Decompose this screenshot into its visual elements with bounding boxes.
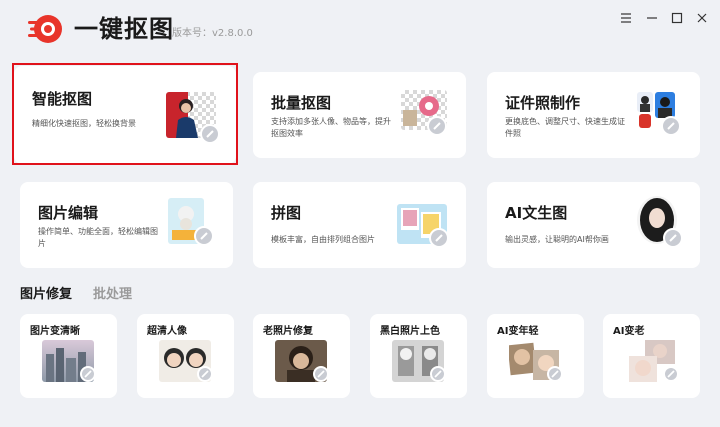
magic-wand-icon xyxy=(430,366,446,382)
minimize-icon[interactable] xyxy=(644,10,660,26)
magic-wand-icon xyxy=(313,366,329,382)
repair-card-colorize[interactable]: 黑白照片上色 xyxy=(370,314,467,398)
maximize-icon[interactable] xyxy=(669,10,685,26)
magic-wand-icon xyxy=(197,366,213,382)
feature-title: 批量抠图 xyxy=(271,94,332,112)
title-bar: 一键抠图 版本号：v2.8.0.0 xyxy=(0,0,720,58)
feature-desc: 输出灵感，让聪明的AI帮你画 xyxy=(505,235,609,244)
tab-batch-processing[interactable]: 批处理 xyxy=(93,283,132,302)
magic-wand-icon xyxy=(663,366,679,382)
magic-wand-icon xyxy=(427,116,447,136)
magic-wand-icon xyxy=(547,366,563,382)
repair-card-ai-younger[interactable]: AI变年轻 xyxy=(487,314,584,398)
id-photo-blue-thumbnail xyxy=(655,92,675,118)
id-photo-red-thumbnail xyxy=(639,114,651,128)
menu-icon[interactable] xyxy=(618,10,634,26)
id-photo-small-thumbnail xyxy=(637,92,653,112)
feature-desc: 更换底色、调整尺寸、快速生成证件照 xyxy=(505,117,625,138)
app-logo-icon xyxy=(26,13,64,45)
repair-title: 图片变清晰 xyxy=(30,326,80,337)
feature-card-ai-text-to-image[interactable]: AI文生图 输出灵感，让聪明的AI帮你画 xyxy=(487,182,700,268)
magic-wand-icon xyxy=(429,228,449,248)
feature-desc: 模板丰富，自由排列组合图片 xyxy=(271,235,375,244)
repair-card-image-sharpen[interactable]: 图片变清晰 xyxy=(20,314,117,398)
magic-wand-icon xyxy=(663,228,683,248)
repair-card-ai-older[interactable]: AI变老 xyxy=(603,314,700,398)
feature-title: AI文生图 xyxy=(505,204,568,222)
magic-wand-icon xyxy=(80,366,96,382)
close-icon[interactable] xyxy=(694,10,710,26)
repair-card-hd-portrait[interactable]: 超清人像 xyxy=(137,314,234,398)
feature-desc: 操作简单、功能全面，轻松编辑图片 xyxy=(38,227,158,248)
selected-card-outline xyxy=(12,63,238,165)
tab-image-repair[interactable]: 图片修复 xyxy=(20,283,72,302)
magic-wand-icon xyxy=(661,116,681,136)
feature-title: 证件照制作 xyxy=(505,94,581,112)
feature-card-collage[interactable]: 拼图 模板丰富，自由排列组合图片 xyxy=(253,182,466,268)
repair-title: AI变年轻 xyxy=(497,326,539,337)
feature-title: 拼图 xyxy=(271,204,302,222)
feature-card-id-photo[interactable]: 证件照制作 更换底色、调整尺寸、快速生成证件照 xyxy=(487,72,700,158)
repair-title: AI变老 xyxy=(613,326,645,337)
feature-card-batch-cutout[interactable]: 批量抠图 支持添加多张人像、物品等，提升抠图效率 xyxy=(253,72,466,158)
version-label: 版本号：v2.8.0.0 xyxy=(172,28,253,39)
repair-title: 超清人像 xyxy=(147,326,187,337)
feature-title: 图片编辑 xyxy=(38,204,99,222)
magic-wand-icon xyxy=(194,226,214,246)
repair-card-old-photo[interactable]: 老照片修复 xyxy=(253,314,350,398)
feature-card-image-edit[interactable]: 图片编辑 操作简单、功能全面，轻松编辑图片 xyxy=(20,182,233,268)
repair-title: 老照片修复 xyxy=(263,326,313,337)
app-title: 一键抠图 xyxy=(74,15,174,43)
repair-title: 黑白照片上色 xyxy=(380,326,440,337)
feature-desc: 支持添加多张人像、物品等，提升抠图效率 xyxy=(271,117,391,138)
